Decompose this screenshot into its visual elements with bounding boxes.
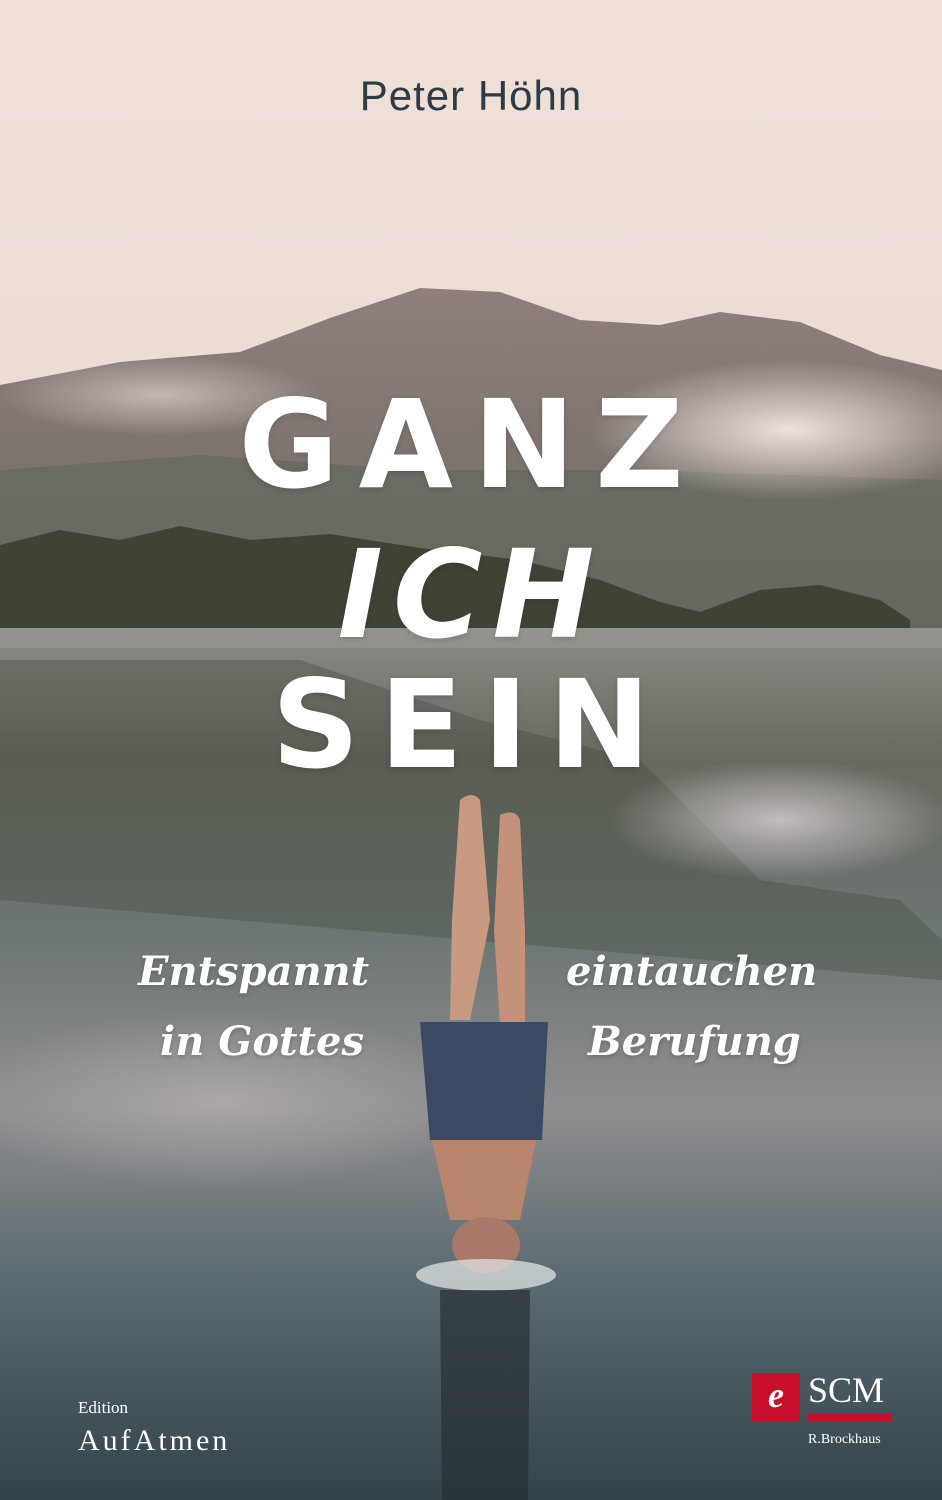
subtitle-right-bottom: Berufung — [588, 1018, 801, 1065]
edition-name: AufAtmen — [78, 1424, 231, 1457]
publisher-name: SCM — [808, 1370, 885, 1410]
title-line-1: GANZ — [238, 374, 704, 516]
author-name: Peter Höhn — [359, 72, 583, 119]
title-line-2: ICH — [337, 524, 605, 666]
subtitle-right-top: eintauchen — [566, 948, 818, 995]
publisher-imprint: R.Brockhaus — [808, 1432, 881, 1447]
edition-label: Edition — [78, 1398, 129, 1417]
publisher-logo-icon: e — [752, 1373, 800, 1421]
publisher-underline — [808, 1414, 892, 1421]
title-line-3: SEIN — [271, 654, 671, 796]
book-cover: Peter Höhn GANZ ICH SEIN Entspannt in Go… — [0, 0, 942, 1500]
subtitle-left-top: Entspannt — [138, 948, 370, 995]
subtitle-left-bottom: in Gottes — [160, 1018, 364, 1065]
